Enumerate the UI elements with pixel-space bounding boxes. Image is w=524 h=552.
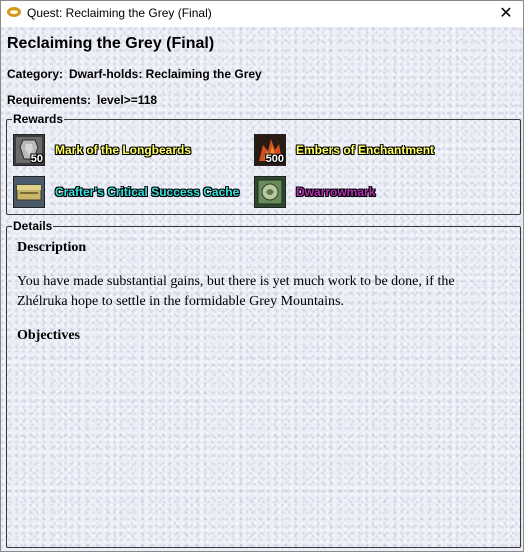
requirements-line: Requirements: level>=118 xyxy=(7,93,157,107)
reward-item-crafters-cache[interactable]: Crafter's Critical Success Cache xyxy=(13,176,253,210)
cache-icon xyxy=(13,176,45,208)
reward-item-mark-of-the-longbeards[interactable]: 50 Mark of the Longbeards xyxy=(13,134,233,168)
reward-qty: 50 xyxy=(30,153,43,165)
description-heading: Description xyxy=(17,240,87,255)
requirements-value: level>=118 xyxy=(97,93,158,107)
description-text: You have made substantial gains, but the… xyxy=(17,274,455,309)
ring-icon xyxy=(7,7,21,17)
dwarrowmark-icon xyxy=(254,176,286,208)
quest-content: Reclaiming the Grey (Final) Category: Dwa… xyxy=(1,27,523,551)
category-label: Category: xyxy=(7,67,64,81)
objectives-heading: Objectives xyxy=(17,328,80,343)
details-group: Details Description You have made substa… xyxy=(6,219,521,548)
title-bar[interactable]: Quest: Reclaiming the Grey (Final) ✕ xyxy=(1,1,523,27)
window-title: Quest: Reclaiming the Grey (Final) xyxy=(27,6,212,20)
category-line: Category: Dwarf-holds: Reclaiming the Gre… xyxy=(7,67,262,81)
requirements-label: Requirements: xyxy=(7,93,92,107)
reward-label: Crafter's Critical Success Cache xyxy=(55,185,240,199)
reward-label: Dwarrowmark xyxy=(296,185,376,199)
reward-label: Mark of the Longbeards xyxy=(55,143,192,157)
quest-window: Quest: Reclaiming the Grey (Final) ✕ Rec… xyxy=(0,0,524,552)
close-button[interactable]: ✕ xyxy=(489,1,523,27)
rewards-group: Rewards 50 Mark of the Longbeards 500 Em… xyxy=(6,112,521,215)
details-legend: Details xyxy=(12,219,54,233)
category-value: Dwarf-holds: Reclaiming the Grey xyxy=(69,67,262,81)
quest-title: Reclaiming the Grey (Final) xyxy=(7,35,215,52)
reward-label: Embers of Enchantment xyxy=(296,143,435,157)
reward-item-dwarrowmark[interactable]: Dwarrowmark xyxy=(254,176,454,210)
reward-qty: 500 xyxy=(265,153,284,165)
longbeard-mark-icon: 50 xyxy=(13,134,45,166)
reward-item-embers-of-enchantment[interactable]: 500 Embers of Enchantment xyxy=(254,134,484,168)
rewards-legend: Rewards xyxy=(12,112,65,126)
ember-icon: 500 xyxy=(254,134,286,166)
